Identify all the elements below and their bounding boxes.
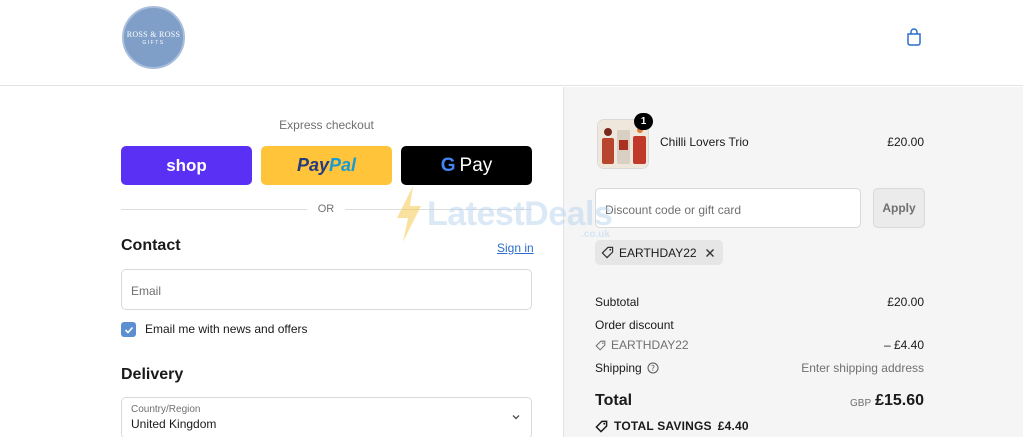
checkout-main: Express checkout shop Pay Pal G Pay OR Co…: [0, 87, 563, 437]
quantity-badge: 1: [634, 113, 653, 130]
logo-line1: ROSS & ROSS: [126, 29, 181, 39]
close-icon[interactable]: [705, 248, 715, 258]
delivery-heading: Delivery: [121, 366, 184, 383]
google-pay-button[interactable]: G Pay: [401, 146, 532, 185]
express-checkout-title: Express checkout: [279, 118, 374, 132]
order-discount-label: Order discount: [595, 318, 674, 332]
apply-discount-button[interactable]: Apply: [873, 188, 925, 228]
total-savings: TOTAL SAVINGS £4.40: [595, 419, 749, 433]
country-select[interactable]: Country/Region United Kingdom: [121, 397, 532, 437]
shopping-bag-icon[interactable]: [904, 27, 924, 47]
country-value: United Kingdom: [131, 417, 217, 431]
total-currency: GBP: [850, 398, 872, 409]
chevron-down-icon: [512, 415, 520, 420]
contact-heading: Contact: [121, 237, 181, 254]
discount-code-name: EARTHDAY22: [611, 338, 689, 352]
newsletter-checkbox[interactable]: [121, 322, 136, 337]
applied-code-text: EARTHDAY22: [619, 245, 697, 260]
total-value: £15.60: [875, 392, 924, 409]
paypal-label-part1: Pay: [296, 155, 329, 175]
discount-code-row: EARTHDAY22: [595, 338, 689, 352]
newsletter-label: Email me with news and offers: [145, 322, 308, 336]
shipping-label: Shipping: [595, 361, 642, 375]
help-icon[interactable]: ?: [647, 362, 659, 374]
country-label: Country/Region: [131, 404, 201, 415]
applied-code-chip: EARTHDAY22: [595, 240, 723, 265]
discount-value: – £4.40: [883, 338, 924, 352]
logo-line2: GIFTS: [142, 39, 165, 46]
savings-value: £4.40: [717, 419, 749, 433]
subtotal-value: £20.00: [887, 295, 924, 309]
shop-pay-button[interactable]: shop: [121, 146, 252, 185]
or-divider-left: [121, 209, 307, 210]
product-price: £20.00: [887, 135, 924, 149]
site-header: ROSS & ROSS GIFTS: [0, 0, 1023, 86]
google-g-icon: G: [440, 154, 456, 176]
shipping-value: Enter shipping address: [801, 361, 924, 375]
svg-text:?: ?: [651, 364, 655, 373]
store-logo[interactable]: ROSS & ROSS GIFTS: [122, 6, 185, 69]
sign-in-link[interactable]: Sign in: [497, 241, 534, 255]
discount-code-input[interactable]: Discount code or gift card: [595, 188, 861, 228]
google-pay-label: Pay: [459, 154, 493, 176]
shipping-row: Shipping ?: [595, 361, 659, 375]
tag-icon: [601, 246, 614, 259]
order-summary: 1 Chilli Lovers Trio £20.00 Discount cod…: [563, 87, 1023, 437]
or-divider-right: [345, 209, 532, 210]
or-divider-label: OR: [317, 203, 335, 215]
tag-icon: [595, 420, 608, 433]
total-label: Total: [595, 392, 633, 409]
paypal-label-part2: Pal: [329, 155, 357, 175]
subtotal-label: Subtotal: [595, 295, 640, 309]
tag-icon: [595, 340, 606, 351]
savings-label: TOTAL SAVINGS: [614, 419, 712, 433]
paypal-button[interactable]: Pay Pal: [261, 146, 392, 185]
email-field[interactable]: Email: [121, 269, 532, 310]
email-placeholder: Email: [131, 284, 162, 298]
checkmark-icon: [124, 326, 133, 334]
product-name: Chilli Lovers Trio: [660, 135, 749, 149]
discount-placeholder: Discount code or gift card: [605, 203, 742, 217]
shop-pay-label: shop: [166, 155, 207, 175]
